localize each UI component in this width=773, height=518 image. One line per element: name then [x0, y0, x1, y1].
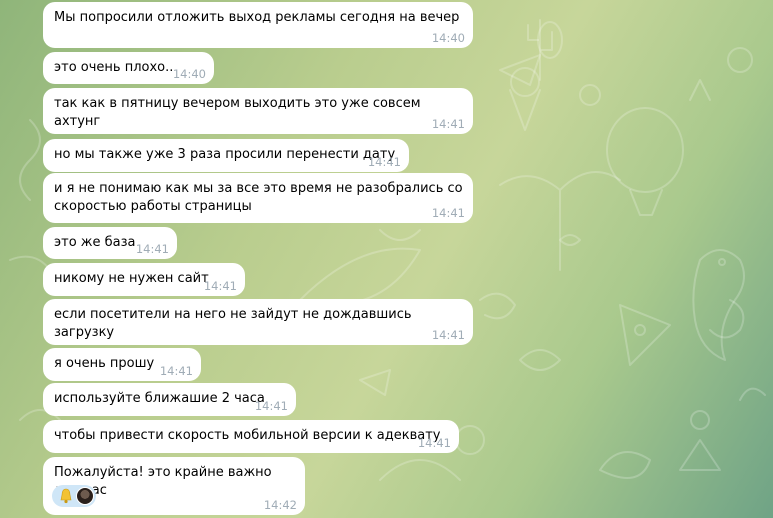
message-text: но мы также уже 3 раза просили перенести…: [54, 147, 396, 162]
message-bubble[interactable]: так как в пятницу вечером выходить это у…: [43, 88, 473, 134]
message-text: используйте ближашие 2 часа: [54, 391, 265, 406]
bell-emoji-icon: [60, 488, 72, 504]
message-bubble[interactable]: Мы попросили отложить выход рекламы сего…: [43, 2, 473, 48]
message-time: 14:41: [254, 399, 288, 413]
message-text: если посетители на него не зайдут не дож…: [54, 307, 416, 340]
avatar: [76, 487, 94, 505]
message-text: чтобы привести скорость мобильной версии…: [54, 428, 441, 443]
message-time: 14:41: [431, 117, 465, 131]
message-text: и я не понимаю как мы за все это время н…: [54, 181, 463, 214]
message-time: 14:40: [172, 67, 206, 81]
message-bubble[interactable]: и я не понимаю как мы за все это время н…: [43, 173, 473, 223]
message-bubble[interactable]: никому не нужен сайт 14:41: [43, 263, 245, 296]
message-text: Мы попросили отложить выход рекламы сего…: [54, 10, 460, 25]
message-time: 14:41: [367, 155, 401, 169]
message-bubble[interactable]: если посетители на него не зайдут не дож…: [43, 299, 473, 345]
message-time: 14:41: [159, 364, 193, 378]
message-time: 14:41: [417, 436, 451, 450]
message-bubble[interactable]: это же база 14:41: [43, 227, 177, 259]
message-time: 14:41: [203, 279, 237, 293]
message-bubble[interactable]: используйте ближашие 2 часа 14:41: [43, 383, 296, 416]
message-time: 14:41: [431, 328, 465, 342]
message-bubble[interactable]: чтобы привести скорость мобильной версии…: [43, 420, 459, 453]
message-text: так как в пятницу вечером выходить это у…: [54, 96, 425, 129]
message-time: 14:41: [135, 242, 169, 256]
message-bubble[interactable]: это очень плохо.. 14:40: [43, 52, 214, 84]
message-time: 14:42: [263, 498, 297, 512]
message-list[interactable]: Мы попросили отложить выход рекламы сего…: [0, 0, 773, 518]
message-bubble[interactable]: но мы также уже 3 раза просили перенести…: [43, 139, 409, 172]
message-time: 14:41: [431, 206, 465, 220]
message-bubble[interactable]: Пожалуйста! это крайне важно для нас 14:…: [43, 457, 305, 515]
message-bubble[interactable]: я очень прошу 14:41: [43, 348, 201, 381]
reaction-chip[interactable]: [52, 485, 96, 507]
message-time: 14:40: [431, 31, 465, 45]
